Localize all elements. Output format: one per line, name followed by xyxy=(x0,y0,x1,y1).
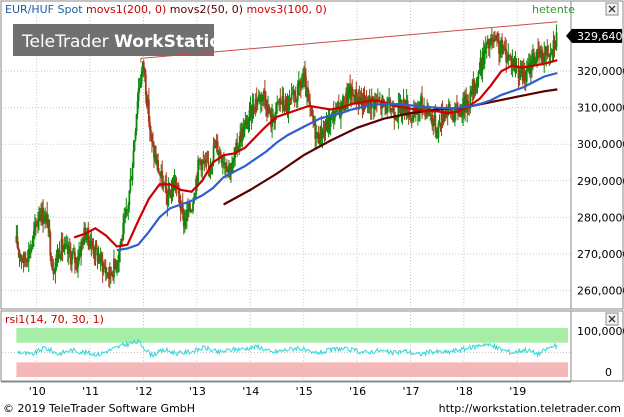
price-axis-label: 260,0000 xyxy=(577,284,624,297)
copyright-text: © 2019 TeleTrader Software GmbH xyxy=(3,402,195,415)
watermark-prefix: TeleTrader xyxy=(21,32,114,52)
legend-movs1: movs1(200, 0) xyxy=(86,3,166,16)
last-value-label: 329,6400 xyxy=(577,30,624,43)
x-axis-label: '12 xyxy=(135,385,152,398)
x-axis-label: '11 xyxy=(82,385,99,398)
price-axis-label: 270,0000 xyxy=(577,248,624,261)
x-axis-label: '19 xyxy=(509,385,526,398)
candle-body xyxy=(279,98,282,103)
legend: EUR/HUF Spot movs1(200, 0) movs2(50, 0) … xyxy=(5,3,327,16)
rsi-axis-label-0: 0 xyxy=(605,366,612,379)
candle-body xyxy=(555,32,558,48)
candle-body xyxy=(129,179,132,192)
price-axis-label: 310,0000 xyxy=(577,102,624,115)
candle-body xyxy=(290,94,293,100)
rsi-panel-close-button[interactable] xyxy=(605,312,619,326)
rsi-oversold-zone xyxy=(16,362,569,377)
legend-movs2: movs2(50, 0) xyxy=(170,3,243,16)
price-axis-label: 320,0000 xyxy=(577,65,624,78)
price-axis-label: 300,0000 xyxy=(577,138,624,151)
source-url: http://workstation.teletrader.com xyxy=(439,402,621,415)
price-panel-close-button[interactable] xyxy=(605,2,619,16)
rsi-axis-label-100: 100,0000 xyxy=(577,325,624,338)
price-axis-panel xyxy=(570,0,624,310)
x-axis-label: '15 xyxy=(296,385,313,398)
period-label: hetente xyxy=(532,3,575,16)
candle-body xyxy=(133,140,136,151)
x-axis-label: '16 xyxy=(349,385,366,398)
x-axis-label: '17 xyxy=(402,385,419,398)
x-axis-label: '13 xyxy=(189,385,206,398)
last-value-marker: 329,6400 xyxy=(566,28,624,43)
candle-body xyxy=(132,150,135,168)
watermark-brand: WorkStation xyxy=(114,32,233,52)
legend-instrument: EUR/HUF Spot xyxy=(5,3,83,16)
candle-body xyxy=(437,123,440,138)
price-axis-label: 290,0000 xyxy=(577,175,624,188)
x-axis-label: '10 xyxy=(29,385,46,398)
candle-body xyxy=(212,145,215,162)
candle-body xyxy=(409,114,412,118)
x-axis-label: '18 xyxy=(456,385,473,398)
candle-body xyxy=(131,167,134,181)
chart-canvas: TeleTrader WorkStation EUR/HUF Spot movs… xyxy=(0,0,624,415)
rsi-title: rsi1(14, 70, 30, 1) xyxy=(5,313,104,326)
rsi-overbought-zone xyxy=(16,328,569,343)
candle-body xyxy=(207,161,210,166)
x-axis-labels: '10 '11 '12 '13 '14 '15 '16 '17 '18 '19 xyxy=(29,385,527,398)
candle-body xyxy=(150,130,152,135)
watermark: TeleTrader WorkStation xyxy=(21,32,233,52)
price-axis-label: 280,0000 xyxy=(577,211,624,224)
legend-movs3: movs3(100, 0) xyxy=(247,3,327,16)
x-axis-label: '14 xyxy=(242,385,259,398)
candle-body xyxy=(71,253,74,255)
